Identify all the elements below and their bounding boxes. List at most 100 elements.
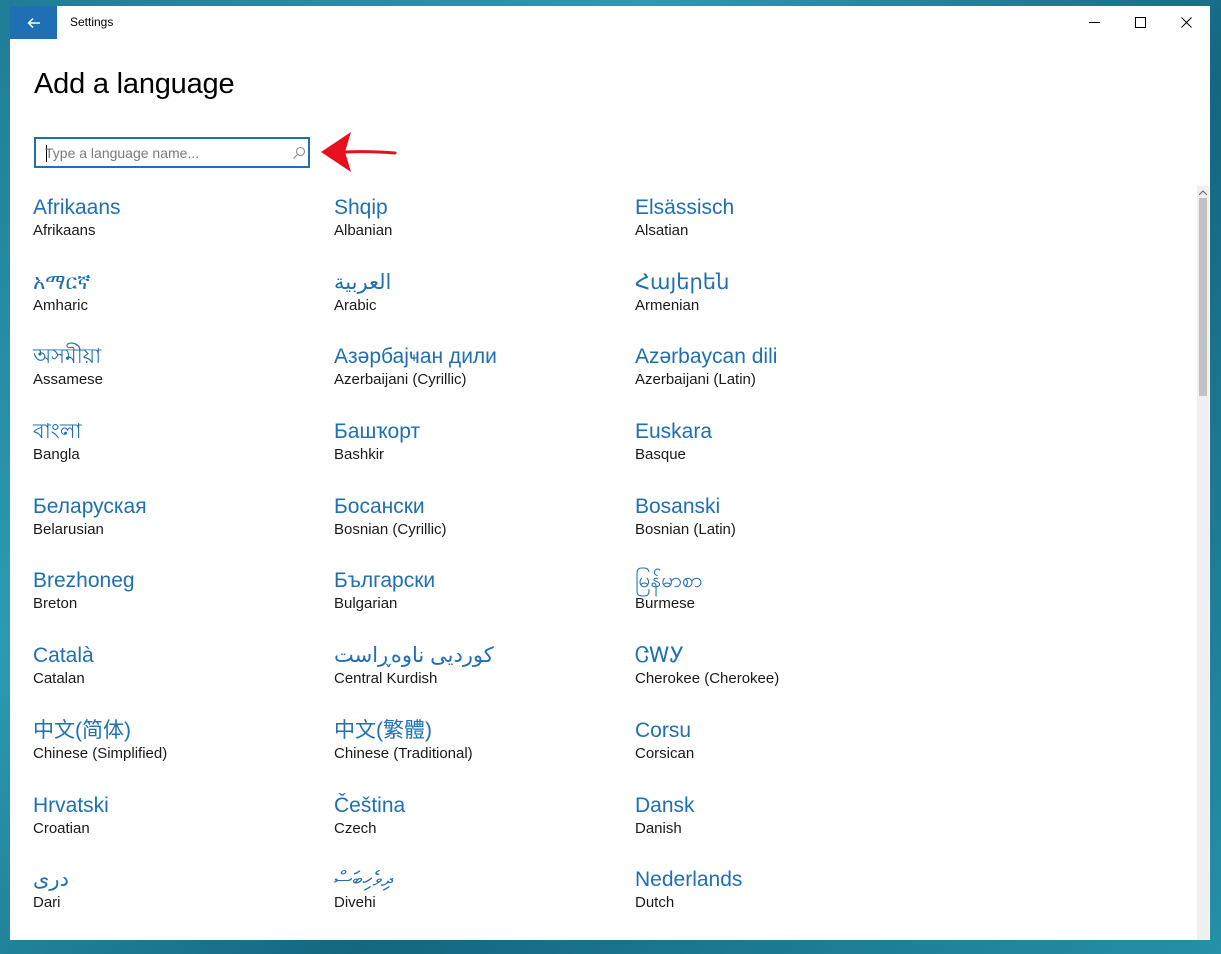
close-button[interactable] <box>1163 6 1209 39</box>
language-native-name: Nederlands <box>635 868 743 892</box>
language-native-name: অসমীয়া <box>33 345 102 369</box>
language-english-name: Danish <box>635 819 682 837</box>
language-native-name: Corsu <box>635 718 692 742</box>
language-item[interactable]: Hrvatski Croatian <box>33 793 323 839</box>
language-english-name: Armenian <box>635 296 700 314</box>
language-english-name: Bosnian (Latin) <box>635 520 736 538</box>
language-english-name: Breton <box>33 595 78 613</box>
language-native-name: Dansk <box>635 793 695 817</box>
language-item[interactable]: অসমীয়া Assamese <box>33 344 323 390</box>
language-native-name: Azərbaycan dili <box>635 345 778 369</box>
language-english-name: Corsican <box>635 744 695 762</box>
language-native-name: Башҡорт <box>334 420 421 444</box>
language-native-name: Босански <box>334 494 425 518</box>
language-english-name: Dari <box>33 894 61 912</box>
language-item[interactable]: 中文(简体) Chinese (Simplified) <box>33 718 323 764</box>
language-row: Brezhoneg Breton Български Bulgarian မြန်မာစ… <box>33 568 963 643</box>
language-native-name: বাংলা <box>33 420 82 444</box>
language-item[interactable]: Català Catalan <box>33 643 323 689</box>
language-native-name: မြန်မာစာ <box>635 569 703 593</box>
language-item[interactable]: کوردیی ناوەڕاست Central Kurdish <box>334 643 624 689</box>
scroll-up-icon[interactable] <box>1197 186 1209 198</box>
language-row: درى Dari ދިވެހިބަސް Divehi Nederlands Dutch <box>33 867 963 940</box>
language-english-name: Assamese <box>33 371 104 389</box>
language-item[interactable]: Български Bulgarian <box>334 568 624 614</box>
language-english-name: Chinese (Traditional) <box>334 744 473 762</box>
maximize-button[interactable] <box>1117 6 1163 39</box>
language-item[interactable]: Euskara Basque <box>635 419 925 465</box>
language-item[interactable]: العربية Arabic <box>334 270 624 316</box>
back-arrow-icon <box>27 17 40 28</box>
language-english-name: Czech <box>334 819 377 837</box>
language-item[interactable]: Azərbaycan dili Azerbaijani (Latin) <box>635 344 925 390</box>
language-native-name: Азәрбајҹан дили <box>334 345 497 369</box>
vertical-scrollbar[interactable] <box>1197 186 1209 940</box>
scrollbar-thumb[interactable] <box>1199 198 1207 396</box>
language-native-name: ᏣᎳᎩ <box>635 644 685 668</box>
language-native-name: کوردیی ناوەڕاست <box>334 644 494 668</box>
language-item[interactable]: Башҡорт Bashkir <box>334 419 624 465</box>
search-icon[interactable] <box>292 146 306 160</box>
language-item[interactable]: Corsu Corsican <box>635 718 925 764</box>
language-item[interactable]: Brezhoneg Breton <box>33 568 323 614</box>
title-bar: Settings <box>10 6 1210 39</box>
language-native-name: Elsässisch <box>635 196 735 219</box>
language-row: Беларуская Belarusian Босански Bosnian (Cyr… <box>33 494 963 569</box>
language-native-name: ދިވެހިބަސް <box>334 868 393 892</box>
back-button[interactable] <box>10 6 57 39</box>
language-english-name: Albanian <box>334 222 393 239</box>
language-native-name: Brezhoneg <box>33 569 135 593</box>
language-item[interactable]: Elsässisch Alsatian <box>635 195 925 241</box>
language-item[interactable]: ᏣᎳᎩ Cherokee (Cherokee) <box>635 643 925 689</box>
language-item[interactable]: Беларуская Belarusian <box>33 494 323 540</box>
language-english-name: Bangla <box>33 446 80 464</box>
language-item[interactable]: Dansk Danish <box>635 793 925 839</box>
language-native-name: العربية <box>334 270 392 294</box>
language-native-name: Shqip <box>334 196 388 219</box>
language-item[interactable]: Հայերեն Armenian <box>635 270 925 316</box>
language-english-name: Bashkir <box>334 446 385 464</box>
language-native-name: Bosanski <box>635 494 721 518</box>
language-item[interactable]: Bosanski Bosnian (Latin) <box>635 494 925 540</box>
language-english-name: Chinese (Simplified) <box>33 744 168 762</box>
language-item[interactable]: Nederlands Dutch <box>635 867 925 913</box>
language-item[interactable]: Босански Bosnian (Cyrillic) <box>334 494 624 540</box>
search-box[interactable] <box>34 137 310 168</box>
minimize-button[interactable] <box>1071 6 1117 39</box>
language-english-name: Belarusian <box>33 520 104 538</box>
language-item[interactable]: Shqip Albanian <box>334 195 624 241</box>
language-row: Hrvatski Croatian Čeština Czech Dansk Danish <box>33 793 963 868</box>
language-item[interactable]: Азәрбајҹан дили Azerbaijani (Cyrillic) <box>334 344 624 390</box>
maximize-icon <box>1134 17 1146 28</box>
language-item[interactable]: မြန်မာစာ Burmese <box>635 568 925 614</box>
language-english-name: Bulgarian <box>334 595 398 613</box>
language-native-name: አማርኛ <box>33 270 91 294</box>
language-item[interactable]: Afrikaans Afrikaans <box>33 195 323 241</box>
red-arrow-annotation <box>321 132 397 172</box>
language-list: Afrikaans Afrikaans Shqip Albanian Elsässisc… <box>33 195 963 940</box>
language-english-name: Divehi <box>334 894 376 912</box>
language-english-name: Croatian <box>33 819 90 837</box>
language-row: Català Catalan کوردیی ناوەڕاست Central Kurd… <box>33 643 963 718</box>
search-input[interactable] <box>45 144 281 162</box>
language-item[interactable]: ދިވެހިބަސް Divehi <box>334 867 624 913</box>
language-native-name: Català <box>33 644 94 668</box>
language-item[interactable]: درى Dari <box>33 867 323 913</box>
language-english-name: Arabic <box>334 296 377 314</box>
language-english-name: Azerbaijani (Cyrillic) <box>334 371 467 389</box>
language-english-name: Bosnian (Cyrillic) <box>334 520 447 538</box>
language-item[interactable]: 中文(繁體) Chinese (Traditional) <box>334 718 624 764</box>
language-native-name: Hrvatski <box>33 793 109 817</box>
language-english-name: Central Kurdish <box>334 670 438 688</box>
language-english-name: Azerbaijani (Latin) <box>635 371 756 389</box>
language-item[interactable]: Čeština Czech <box>334 793 624 839</box>
language-english-name: Catalan <box>33 670 85 688</box>
language-english-name: Afrikaans <box>33 222 96 239</box>
language-item[interactable]: বাংলা Bangla <box>33 419 323 465</box>
language-native-name: Afrikaans <box>33 196 121 219</box>
language-row: 中文(简体) Chinese (Simplified) 中文(繁體) Chinese … <box>33 718 963 793</box>
minimize-icon <box>1088 22 1100 23</box>
close-icon <box>1180 17 1192 28</box>
language-native-name: Euskara <box>635 420 713 444</box>
language-item[interactable]: አማርኛ Amharic <box>33 270 323 316</box>
